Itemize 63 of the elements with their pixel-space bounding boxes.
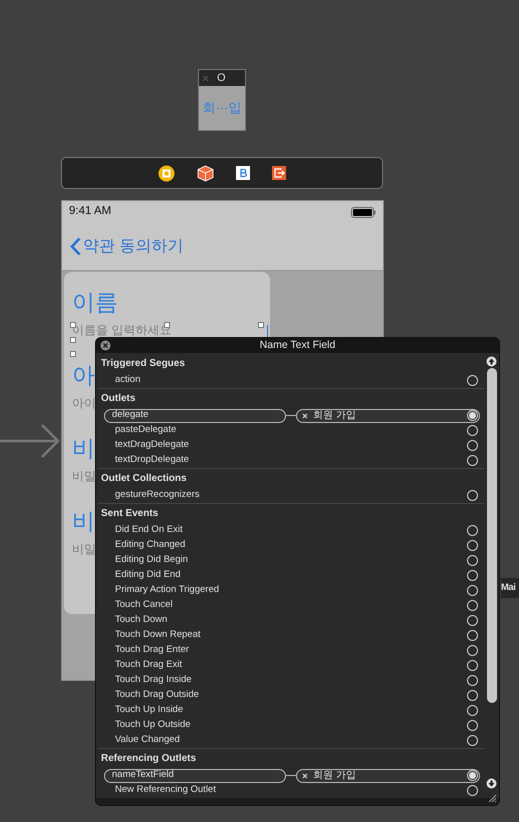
storyboard-reference-icon[interactable] [236, 166, 250, 180]
section-header: Outlets [101, 392, 136, 406]
status-time: 9:41 AM [69, 204, 112, 220]
scene-dock[interactable]: O 회···입 [198, 69, 246, 131]
remove-icon[interactable] [302, 772, 308, 778]
connection-name: Touch Drag Enter [114, 643, 190, 658]
connection-name: Touch Drag Exit [114, 658, 184, 672]
connection-circle[interactable] [467, 770, 478, 781]
resize-grip-icon[interactable] [488, 794, 497, 803]
connection-name: gestureRecognizers [114, 488, 200, 502]
connection-name: action [114, 373, 142, 388]
popup-title: Name Text Field [260, 338, 336, 353]
field-label: 비 [72, 510, 95, 532]
connection-name: Touch Drag Inside [114, 673, 193, 688]
scene-label: 회···입 [202, 99, 242, 118]
exit-icon[interactable] [272, 166, 286, 180]
connection-name: delegate [104, 408, 286, 422]
connection-name: nameTextField [104, 768, 286, 782]
connection-name: pasteDelegate [114, 423, 178, 438]
connection-circle[interactable] [467, 410, 478, 421]
connection-name: Touch Drag Outside [114, 688, 200, 702]
selection-handle[interactable] [70, 337, 76, 343]
connection-name: Editing Did Begin [114, 553, 189, 568]
scroll-up-icon[interactable] [486, 356, 497, 367]
scene-name-label: Mai [501, 580, 516, 595]
connection-name: textDropDelegate [114, 453, 190, 468]
section-header: Sent Events [101, 507, 158, 521]
connection-name: New Referencing Outlet [114, 783, 217, 798]
connection-name: Did End On Exit [114, 523, 184, 538]
connection-name: Touch Cancel [114, 598, 174, 612]
section-header: Triggered Segues [101, 356, 185, 370]
field-label: 이름 [72, 290, 118, 314]
back-button[interactable]: 약관 동의하기 [70, 234, 184, 258]
cube-icon[interactable] [197, 164, 214, 182]
connection-name: Value Changed [114, 733, 181, 748]
connection-name: Primary Action Triggered [114, 583, 220, 598]
remove-icon[interactable] [302, 412, 308, 418]
section-header: Referencing Outlets [101, 752, 196, 766]
text-field[interactable]: 비밀 [72, 542, 96, 556]
connection-name: textDragDelegate [114, 438, 190, 452]
connection-target[interactable]: 회원 가입 [296, 408, 480, 422]
connection-name: Touch Up Inside [114, 703, 184, 718]
connection-name: Touch Down Repeat [114, 628, 202, 642]
text-field[interactable]: 이름을 입력하세요 [72, 323, 172, 337]
section-header: Outlet Collections [101, 472, 187, 486]
connection-name: Editing Did End [114, 568, 182, 582]
view-controller-icon[interactable] [158, 164, 175, 182]
selection-handle[interactable] [258, 322, 264, 328]
selection-handle[interactable] [70, 351, 76, 357]
field-label: 아 [72, 364, 95, 386]
back-chevron-icon [70, 237, 81, 256]
close-icon[interactable] [100, 340, 111, 351]
connection-name: Touch Up Outside [114, 718, 192, 732]
scene-title: O [217, 72, 226, 84]
battery-icon [351, 206, 376, 218]
connection-target[interactable]: 회원 가입 [296, 768, 480, 782]
scroll-down-icon[interactable] [486, 778, 497, 789]
text-field[interactable]: 비밀 [72, 469, 96, 483]
connection-name: Editing Changed [114, 538, 186, 552]
entry-point-arrow [0, 424, 60, 458]
text-field[interactable]: 아이 [72, 396, 96, 410]
connection-name: Touch Down [114, 613, 168, 628]
field-label: 비 [72, 436, 95, 460]
